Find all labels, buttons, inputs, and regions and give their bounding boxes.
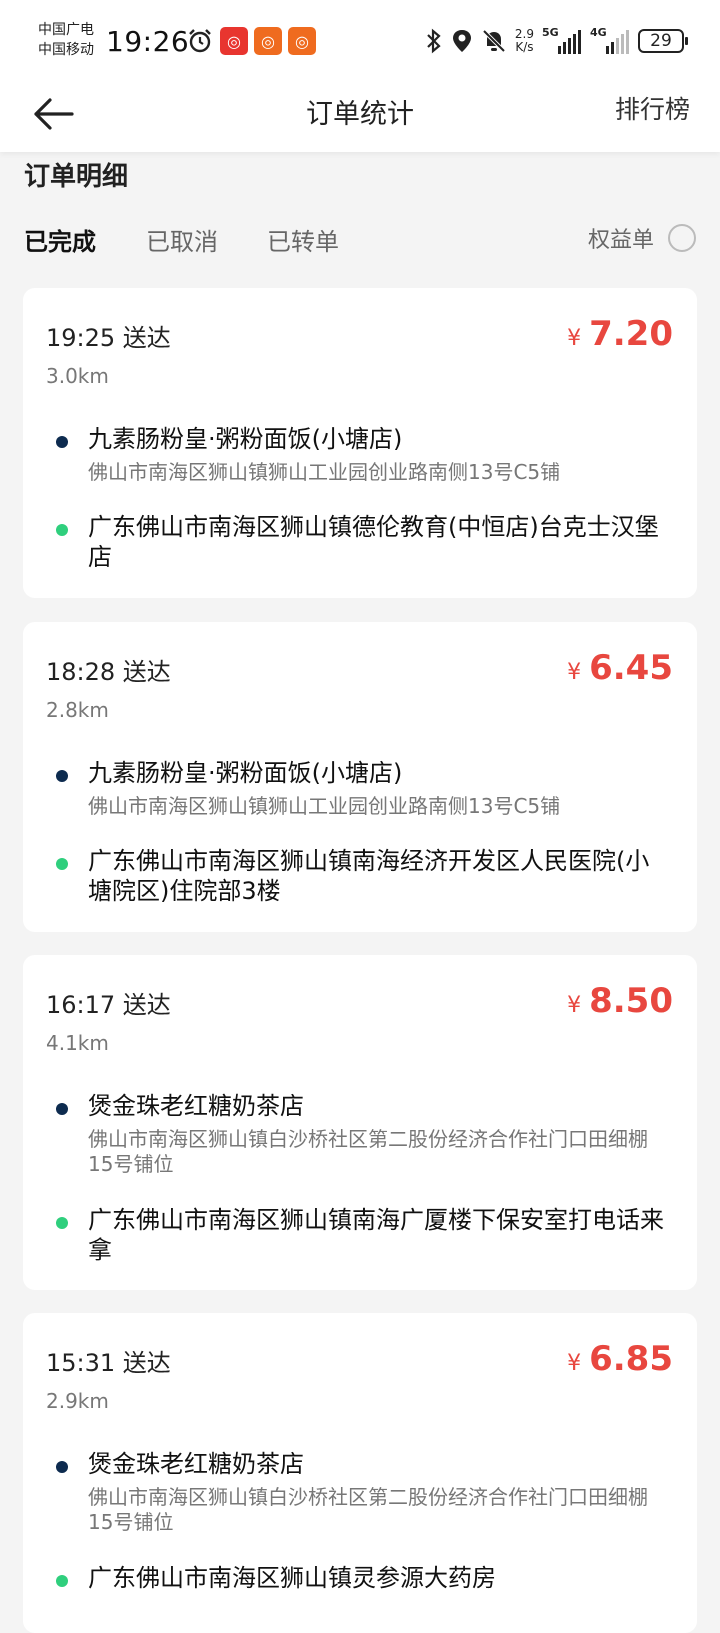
rights-order-radio[interactable] [668,224,696,252]
mute-bell-icon [482,29,506,53]
price-amount: 8.50 [589,981,673,1021]
dropoff-stop: 广东佛山市南海区狮山镇南海广厦楼下保安室打电话来拿 [56,1205,667,1265]
pickup-address: 佛山市南海区狮山镇白沙桥社区第二股份经济合作社门口田细棚15号铺位 [88,1485,648,1534]
signal-5g-label: 5G [542,26,559,39]
delivery-distance: 2.8km [46,698,109,722]
currency-symbol: ¥ [567,660,582,685]
pickup-name: 煲金珠老红糖奶茶店 [88,1092,304,1120]
status-bar: 中国广电 中国移动 19:26 ◎ ◎ ◎ 2.9 K/s 5G 4G 29 [0,0,720,84]
price-amount: 7.20 [589,314,673,354]
order-card[interactable]: 19:25 送达 ¥7.20 3.0km 九素肠粉皇·粥粉面饭(小塘店) 佛山市… [23,288,697,598]
pickup-address: 佛山市南海区狮山镇狮山工业园创业路南侧13号C5铺 [88,460,561,484]
pickup-stop: 煲金珠老红糖奶茶店 佛山市南海区狮山镇白沙桥社区第二股份经济合作社门口田细棚15… [56,1091,667,1177]
app-notification-icon-2: ◎ [254,27,282,55]
dropoff-stop: 广东佛山市南海区狮山镇灵参源大药房 [56,1563,667,1593]
status-clock: 19:26 [106,25,190,58]
page-title: 订单统计 [306,99,414,130]
dropoff-name: 广东佛山市南海区狮山镇灵参源大药房 [88,1564,496,1592]
battery-icon: 29 [638,29,688,53]
status-tabs: 已完成 已取消 已转单 权益单 [24,222,696,268]
dropoff-name: 广东佛山市南海区狮山镇南海广厦楼下保安室打电话来拿 [88,1206,664,1264]
price-amount: 6.45 [589,648,673,688]
currency-symbol: ¥ [567,993,582,1018]
order-card[interactable]: 15:31 送达 ¥6.85 2.9km 煲金珠老红糖奶茶店 佛山市南海区狮山镇… [23,1313,697,1633]
delivery-distance: 4.1km [46,1031,109,1055]
network-speed: 2.9 K/s [515,28,534,54]
pickup-name: 九素肠粉皇·粥粉面饭(小塘店) [88,759,403,787]
dropoff-dot-icon [56,1575,68,1587]
pickup-stop: 九素肠粉皇·粥粉面饭(小塘店) 佛山市南海区狮山镇狮山工业园创业路南侧13号C5… [56,758,667,819]
dropoff-dot-icon [56,524,68,536]
delivery-distance: 2.9km [46,1389,109,1413]
signal-4g-label: 4G [590,26,607,39]
order-card[interactable]: 16:17 送达 ¥8.50 4.1km 煲金珠老红糖奶茶店 佛山市南海区狮山镇… [23,955,697,1290]
pickup-dot-icon [56,436,68,448]
leaderboard-link[interactable]: 排行榜 [615,90,690,126]
signal-4g-icon: 4G [590,26,630,54]
order-price: ¥6.85 [567,1339,673,1379]
order-card[interactable]: 18:28 送达 ¥6.45 2.8km 九素肠粉皇·粥粉面饭(小塘店) 佛山市… [23,622,697,932]
status-app-icons: ◎ ◎ ◎ [186,26,316,56]
pickup-stop: 九素肠粉皇·粥粉面饭(小塘店) 佛山市南海区狮山镇狮山工业园创业路南侧13号C5… [56,424,667,485]
delivery-distance: 3.0km [46,364,109,388]
delivery-time: 19:25 送达 [46,324,171,352]
currency-symbol: ¥ [567,1351,582,1376]
price-amount: 6.85 [589,1339,673,1379]
carrier-names: 中国广电 中国移动 [38,20,94,60]
tab-cancelled[interactable]: 已取消 [146,222,218,257]
top-bar: 中国广电 中国移动 19:26 ◎ ◎ ◎ 2.9 K/s 5G 4G 29 订… [0,0,720,152]
pickup-name: 九素肠粉皇·粥粉面饭(小塘店) [88,425,403,453]
pickup-name: 煲金珠老红糖奶茶店 [88,1450,304,1478]
order-price: ¥8.50 [567,981,673,1021]
order-price: ¥6.45 [567,648,673,688]
pickup-address: 佛山市南海区狮山镇白沙桥社区第二股份经济合作社门口田细棚15号铺位 [88,1127,648,1176]
pickup-dot-icon [56,1461,68,1473]
pickup-stop: 煲金珠老红糖奶茶店 佛山市南海区狮山镇白沙桥社区第二股份经济合作社门口田细棚15… [56,1449,667,1535]
tab-transferred[interactable]: 已转单 [267,222,339,257]
order-price: ¥7.20 [567,314,673,354]
signal-5g-icon: 5G [542,26,582,54]
app-notification-icon-3: ◎ [288,27,316,55]
location-icon [452,30,471,52]
network-speed-unit: K/s [515,40,534,54]
pickup-address: 佛山市南海区狮山镇狮山工业园创业路南侧13号C5铺 [88,794,561,818]
dropoff-name: 广东佛山市南海区狮山镇南海经济开发区人民医院(小塘院区)住院部3楼 [88,847,650,905]
delivery-time: 15:31 送达 [46,1349,171,1377]
dropoff-name: 广东佛山市南海区狮山镇德伦教育(中恒店)台克士汉堡店 [88,513,659,571]
alarm-icon [189,29,211,53]
status-system-icons: 2.9 K/s 5G 4G 29 [425,24,688,58]
carrier-1: 中国广电 [38,22,94,38]
app-notification-icon-1: ◎ [220,27,248,55]
delivery-time: 18:28 送达 [46,658,171,686]
pickup-dot-icon [56,1103,68,1115]
dropoff-dot-icon [56,858,68,870]
delivery-time: 16:17 送达 [46,991,171,1019]
dropoff-stop: 广东佛山市南海区狮山镇德伦教育(中恒店)台克士汉堡店 [56,512,667,572]
bluetooth-icon [427,28,441,54]
dropoff-stop: 广东佛山市南海区狮山镇南海经济开发区人民医院(小塘院区)住院部3楼 [56,846,667,906]
currency-symbol: ¥ [567,326,582,351]
pickup-dot-icon [56,770,68,782]
dropoff-dot-icon [56,1217,68,1229]
section-title: 订单明细 [24,162,129,192]
carrier-2: 中国移动 [38,42,94,58]
rights-order-label: 权益单 [587,228,654,253]
rights-order-filter[interactable]: 权益单 [588,222,696,254]
tab-completed[interactable]: 已完成 [24,222,96,257]
nav-bar: 订单统计 排行榜 [0,84,720,152]
